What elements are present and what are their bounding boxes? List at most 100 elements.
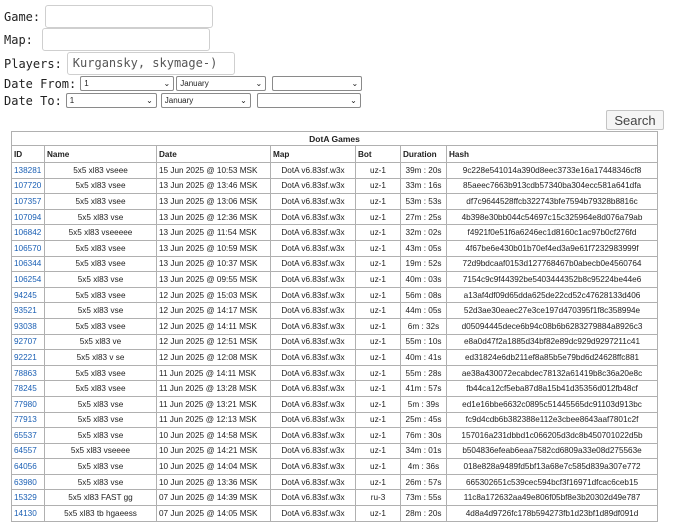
cell-date: 10 Jun 2025 @ 14:04 MSK (156, 458, 271, 475)
cell-hash: e8a0d47f2a1885d34bf82e89dc929d9297211c41 (445, 333, 659, 351)
game-id-link[interactable]: 78863 (14, 369, 37, 378)
game-id-link[interactable]: 93038 (14, 322, 37, 331)
game-input[interactable] (45, 5, 214, 28)
date-to-day-select[interactable]: 1 ⌄ (65, 93, 157, 108)
game-id-link[interactable]: 64056 (14, 462, 37, 471)
cell-bot: uz-1 (355, 162, 401, 179)
table-row: 106570 5x5 xl83 vsee 13 Jun 2025 @ 10:59 M… (11, 239, 659, 257)
cell-name: 5x5 xl83 FAST gg (44, 489, 157, 507)
cell-map: DotA v6.83sf.w3x (270, 349, 356, 366)
table-row: 78863 5x5 xl83 vsee 11 Jun 2025 @ 14:11 MS… (11, 364, 659, 382)
game-id-link[interactable]: 107094 (14, 213, 41, 222)
table-row: 107094 5x5 xl83 vse 13 Jun 2025 @ 12:36 MS… (11, 208, 659, 226)
game-id-link[interactable]: 94245 (14, 291, 37, 300)
game-id-link[interactable]: 65537 (14, 431, 37, 440)
game-id-link[interactable]: 106842 (14, 228, 41, 237)
cell-id: 15329 (11, 489, 45, 507)
table-row: 64557 5x5 xl83 vseeee 10 Jun 2025 @ 14:21 … (11, 442, 659, 460)
cell-duration: 5m : 39s (400, 395, 447, 413)
game-id-link[interactable]: 138281 (14, 166, 41, 175)
cell-map: DotA v6.83sf.w3x (270, 380, 356, 397)
cell-id: 14130 (11, 505, 45, 522)
date-to-year-select[interactable]: ⌄ (256, 93, 361, 108)
cell-duration: 41m : 57s (400, 380, 447, 397)
cell-hash: 665302651c539cec594bcf3f16971dfcac6ceb15 (445, 473, 659, 491)
search-button[interactable]: Search (606, 110, 664, 130)
cell-id: 106254 (11, 271, 45, 288)
game-id-link[interactable]: 107720 (14, 181, 41, 190)
game-id-link[interactable]: 63980 (14, 478, 37, 487)
cell-bot: uz-1 (355, 395, 401, 413)
cell-map: DotA v6.83sf.w3x (270, 364, 356, 382)
game-id-link[interactable]: 107357 (14, 197, 41, 206)
game-id-link[interactable]: 106254 (14, 275, 41, 284)
cell-date: 11 Jun 2025 @ 13:21 MSK (156, 395, 271, 413)
game-id-link[interactable]: 64557 (14, 446, 37, 455)
cell-duration: 44m : 05s (400, 302, 447, 319)
game-id-link[interactable]: 106570 (14, 244, 41, 253)
table-row: 92707 5x5 xl83 ve 12 Jun 2025 @ 12:51 MSK D… (11, 333, 659, 351)
table-row: 138281 5x5 xl83 vseee 15 Jun 2025 @ 10:53 … (11, 162, 659, 179)
cell-name: 5x5 xl83 vse (44, 427, 157, 444)
game-id-link[interactable]: 77913 (14, 415, 37, 424)
cell-duration: 25m : 45s (400, 411, 447, 429)
game-id-link[interactable]: 106344 (14, 259, 41, 268)
game-id-link[interactable]: 15329 (14, 493, 37, 502)
cell-id: 107720 (11, 177, 45, 195)
cell-bot: uz-1 (355, 224, 401, 241)
cell-id: 106842 (11, 224, 45, 241)
game-id-link[interactable]: 14130 (14, 509, 37, 518)
table-row: 107720 5x5 xl83 vsee 13 Jun 2025 @ 13:46 M… (11, 177, 659, 195)
cell-date: 12 Jun 2025 @ 14:11 MSK (156, 317, 271, 335)
table-row: 94245 5x5 xl83 vsee 12 Jun 2025 @ 15:03 MS… (11, 286, 659, 304)
cell-date: 12 Jun 2025 @ 12:08 MSK (156, 349, 271, 366)
table-body: 138281 5x5 xl83 vseee 15 Jun 2025 @ 10:53 … (11, 162, 659, 522)
cell-hash: ed31824e6db211ef8a85b5e79bd6d24628ffc881 (445, 349, 659, 366)
cell-hash: b504836efeab6eaa7582cd6809a33e08d275563e (445, 442, 659, 460)
cell-date: 10 Jun 2025 @ 14:58 MSK (156, 427, 271, 444)
cell-name: 5x5 xl83 vse (44, 302, 157, 319)
players-row: Players: Kurgansky, skymage-) (4, 52, 235, 75)
date-from-month-select[interactable]: January ⌄ (176, 76, 267, 91)
players-input[interactable]: Kurgansky, skymage-) (66, 52, 235, 75)
cell-name: 5x5 xl83 vsee (44, 380, 157, 397)
table-row: 77980 5x5 xl83 vse 11 Jun 2025 @ 13:21 MSK… (11, 395, 659, 413)
header-date: Date (156, 145, 271, 163)
game-id-link[interactable]: 92707 (14, 337, 37, 346)
cell-duration: 55m : 28s (400, 364, 447, 382)
cell-map: DotA v6.83sf.w3x (270, 286, 356, 304)
date-from-year-select[interactable]: ⌄ (272, 76, 363, 91)
cell-id: 65537 (11, 427, 45, 444)
cell-map: DotA v6.83sf.w3x (270, 255, 356, 273)
cell-id: 107094 (11, 208, 45, 226)
cell-name: 5x5 xl83 vsee (44, 286, 157, 304)
cell-id: 92221 (11, 349, 45, 366)
cell-bot: uz-1 (355, 302, 401, 319)
cell-bot: uz-1 (355, 349, 401, 366)
cell-bot: uz-1 (355, 364, 401, 382)
cell-duration: 76m : 30s (400, 427, 447, 444)
cell-name: 5x5 xl83 v se (44, 349, 157, 366)
cell-hash: d05094445dece6b94c08b6b6283279884a8926c3 (445, 317, 659, 335)
cell-hash: 11c8a172632aa49e806f05bf8e3b20302d49e787 (445, 489, 659, 507)
cell-map: DotA v6.83sf.w3x (270, 193, 356, 210)
cell-name: 5x5 xl83 vse (44, 395, 157, 413)
header-hash: Hash (445, 145, 659, 163)
date-to-month-select[interactable]: January ⌄ (160, 93, 251, 108)
cell-hash: 4b398e30bb044c54697c15c325964e8d076a79ab (445, 208, 659, 226)
cell-bot: uz-1 (355, 458, 401, 475)
cell-map: DotA v6.83sf.w3x (270, 208, 356, 226)
chevron-down-icon: ⌄ (350, 96, 357, 105)
cell-hash: ae38a430072ecabdec78132a61419b8c36a20e8c (445, 364, 659, 382)
cell-hash: 157016a231dbbd1c066205d3dc8b450701022d5b (445, 427, 659, 444)
date-from-label: Date From: (4, 76, 77, 91)
cell-bot: uz-1 (355, 317, 401, 335)
game-id-link[interactable]: 92221 (14, 353, 37, 362)
map-input[interactable] (41, 28, 210, 51)
game-id-link[interactable]: 93521 (14, 306, 37, 315)
cell-map: DotA v6.83sf.w3x (270, 473, 356, 491)
game-id-link[interactable]: 77980 (14, 400, 37, 409)
date-from-day-select[interactable]: 1 ⌄ (80, 76, 175, 91)
game-id-link[interactable]: 78245 (14, 384, 37, 393)
cell-name: 5x5 xl83 vsee (44, 317, 157, 335)
